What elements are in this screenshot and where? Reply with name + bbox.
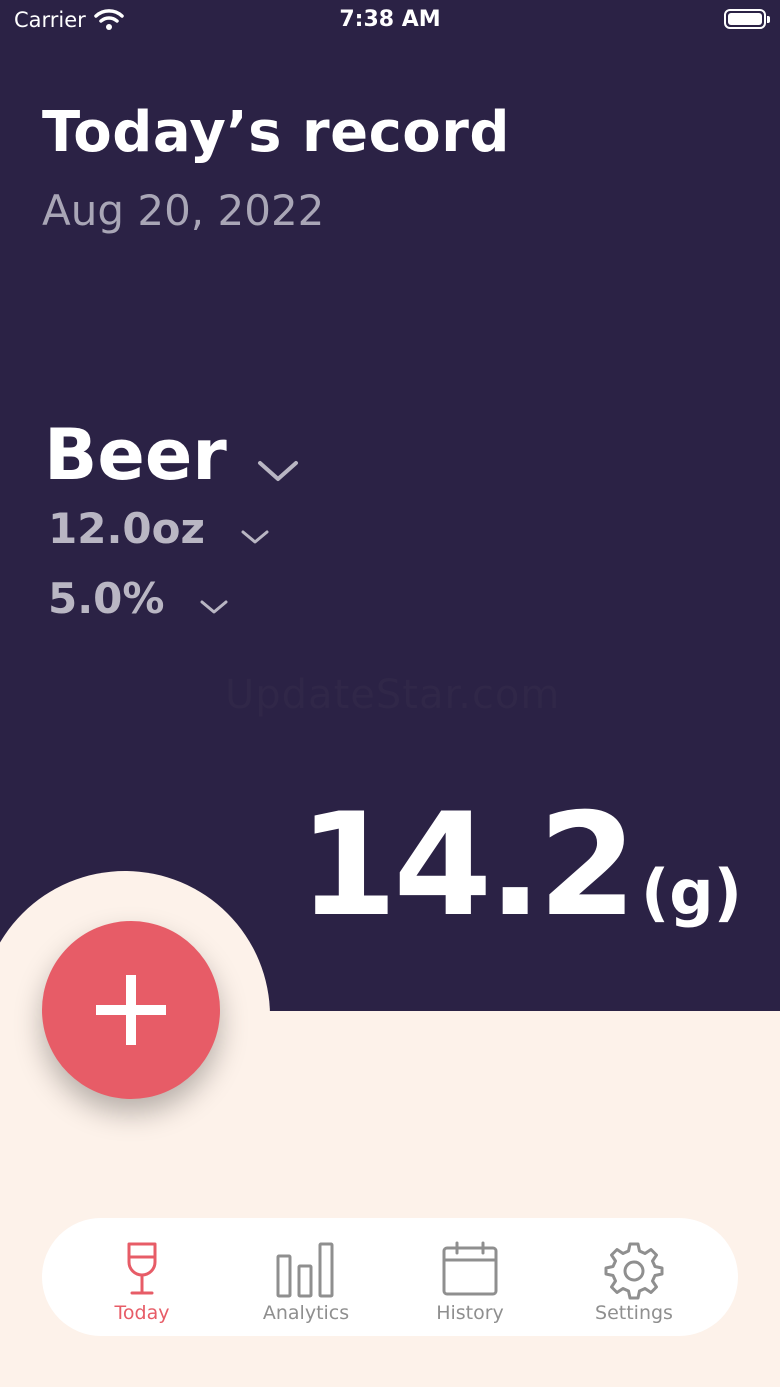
tab-label: Today [114,1302,170,1324]
alcohol-total-unit: (g) [640,856,742,929]
tab-label: History [436,1302,504,1324]
drink-abv-selector[interactable]: 5.0% [48,572,228,625]
calendar-icon [440,1240,500,1300]
tab-today[interactable]: Today [72,1218,212,1336]
alcohol-total: 14.2 (g) [299,795,742,937]
drink-type-selector[interactable]: Beer [44,410,299,500]
status-bar: Carrier 7:38 AM [0,0,780,40]
page-title: Today’s record [42,100,510,165]
chevron-down-icon [257,418,299,500]
tab-analytics[interactable]: Analytics [236,1218,376,1336]
drink-type-label: Beer [44,414,227,496]
alcohol-total-value: 14.2 [298,783,637,948]
watermark: UpdateStar.com [225,672,561,718]
add-drink-button[interactable] [42,921,220,1099]
chevron-down-icon [200,576,228,625]
tab-bar: Today Analytics History Settings [42,1218,738,1336]
tab-label: Settings [595,1302,673,1324]
wine-glass-icon [112,1240,172,1300]
drink-size-label: 12.0oz [48,504,205,553]
tab-history[interactable]: History [400,1218,540,1336]
drink-abv-label: 5.0% [48,574,165,623]
gear-icon [604,1240,664,1300]
record-date: Aug 20, 2022 [42,186,325,235]
battery-icon [724,9,770,29]
clock-label: 7:38 AM [339,7,441,32]
bar-chart-icon [276,1240,336,1300]
drink-size-selector[interactable]: 12.0oz [48,502,269,555]
tab-label: Analytics [262,1302,350,1324]
tab-settings[interactable]: Settings [564,1218,704,1336]
chevron-down-icon [241,506,269,555]
